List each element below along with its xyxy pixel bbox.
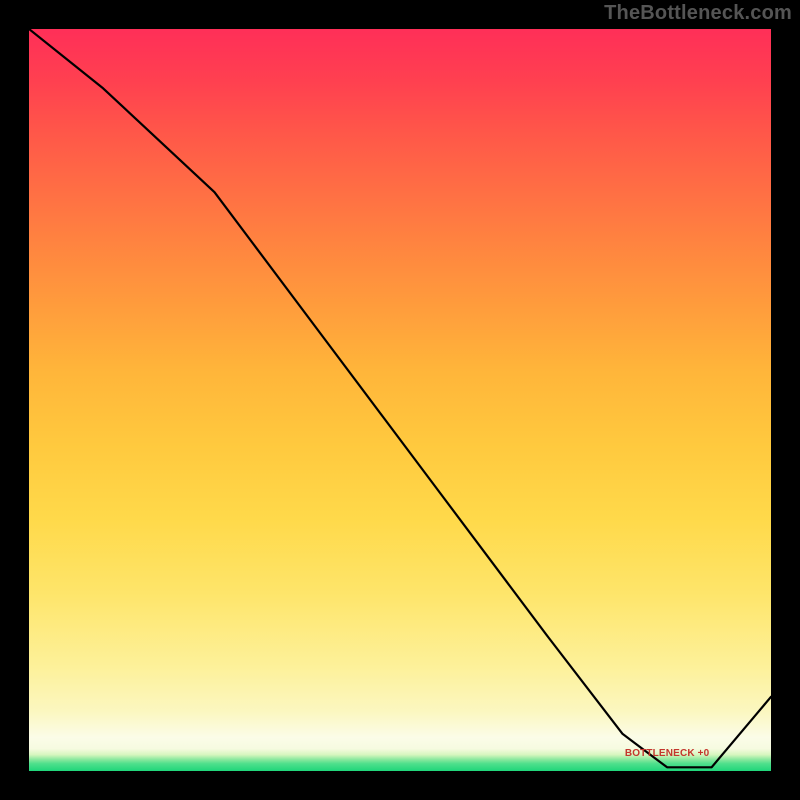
watermark-text: TheBottleneck.com: [604, 2, 792, 25]
chart-curve: [29, 29, 771, 767]
plot-area: BOTTLENECK +0: [29, 29, 771, 771]
chart-frame: TheBottleneck.com BOTTLENECK +0: [0, 0, 800, 800]
chart-overlay-svg: BOTTLENECK +0: [29, 29, 771, 771]
bottom-label: BOTTLENECK +0: [625, 748, 710, 759]
